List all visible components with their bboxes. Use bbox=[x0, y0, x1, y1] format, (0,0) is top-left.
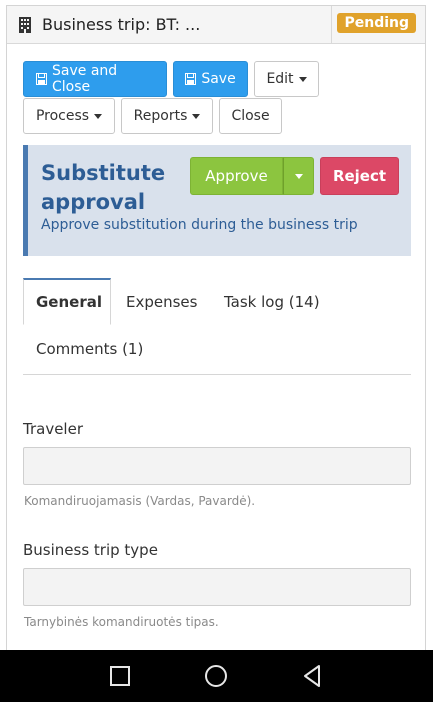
edit-dropdown-button[interactable]: Edit bbox=[254, 61, 319, 97]
approve-button[interactable]: Approve bbox=[190, 157, 283, 195]
title-bar: Business trip: BT: ... Pending bbox=[7, 6, 425, 44]
title-divider bbox=[331, 6, 332, 43]
business-trip-type-field[interactable] bbox=[23, 568, 411, 606]
status-badge: Pending bbox=[337, 13, 416, 33]
close-button[interactable]: Close bbox=[219, 98, 282, 134]
tab-bar: General Expenses Task log (14) Comments … bbox=[23, 278, 411, 375]
caret-down-icon bbox=[192, 113, 201, 119]
process-label: Process bbox=[35, 108, 90, 124]
document-window: Business trip: BT: ... Pending Save and … bbox=[6, 5, 426, 650]
caret-down-icon bbox=[294, 173, 303, 179]
approval-title: Substitute approval bbox=[41, 161, 166, 214]
approval-description: Approve substitution during the business… bbox=[41, 217, 358, 233]
approve-dropdown-toggle[interactable] bbox=[283, 157, 314, 195]
approval-panel: Substitute approval Approve substitution… bbox=[23, 145, 411, 256]
tab-general[interactable]: General bbox=[23, 278, 111, 325]
caret-down-icon bbox=[298, 76, 307, 82]
traveler-label: Traveler bbox=[23, 420, 83, 438]
reports-label: Reports bbox=[133, 108, 188, 124]
floppy-disk-icon bbox=[36, 73, 47, 85]
traveler-field[interactable] bbox=[23, 447, 411, 485]
caret-down-icon bbox=[94, 113, 103, 119]
home-icon[interactable] bbox=[204, 664, 228, 688]
reject-button[interactable]: Reject bbox=[320, 157, 399, 195]
floppy-disk-icon bbox=[185, 73, 197, 85]
recents-icon[interactable] bbox=[108, 664, 132, 688]
close-label: Close bbox=[231, 108, 270, 124]
process-dropdown-button[interactable]: Process bbox=[23, 98, 115, 134]
business-trip-type-label: Business trip type bbox=[23, 541, 158, 559]
toolbar-row-2: Process Reports Close bbox=[23, 98, 282, 134]
android-navigation-bar bbox=[0, 650, 433, 702]
tab-expenses[interactable]: Expenses bbox=[126, 278, 197, 325]
save-and-close-button[interactable]: Save and Close bbox=[23, 61, 167, 97]
save-and-close-label: Save and Close bbox=[52, 63, 118, 95]
tab-task-log[interactable]: Task log (14) bbox=[224, 278, 320, 325]
building-icon bbox=[18, 16, 32, 33]
toolbar-row-1: Save and Close Save Edit bbox=[23, 61, 319, 97]
reports-dropdown-button[interactable]: Reports bbox=[121, 98, 213, 134]
save-button[interactable]: Save bbox=[173, 61, 248, 97]
page-title: Business trip: BT: ... bbox=[42, 15, 201, 34]
back-icon[interactable] bbox=[300, 664, 324, 688]
edit-label: Edit bbox=[266, 71, 294, 87]
business-trip-type-help-text: Tarnybinės komandiruotės tipas. bbox=[24, 615, 219, 629]
traveler-help-text: Komandiruojamasis (Vardas, Pavardė). bbox=[24, 494, 256, 508]
save-label: Save bbox=[201, 71, 236, 87]
tab-comments[interactable]: Comments (1) bbox=[36, 325, 143, 372]
